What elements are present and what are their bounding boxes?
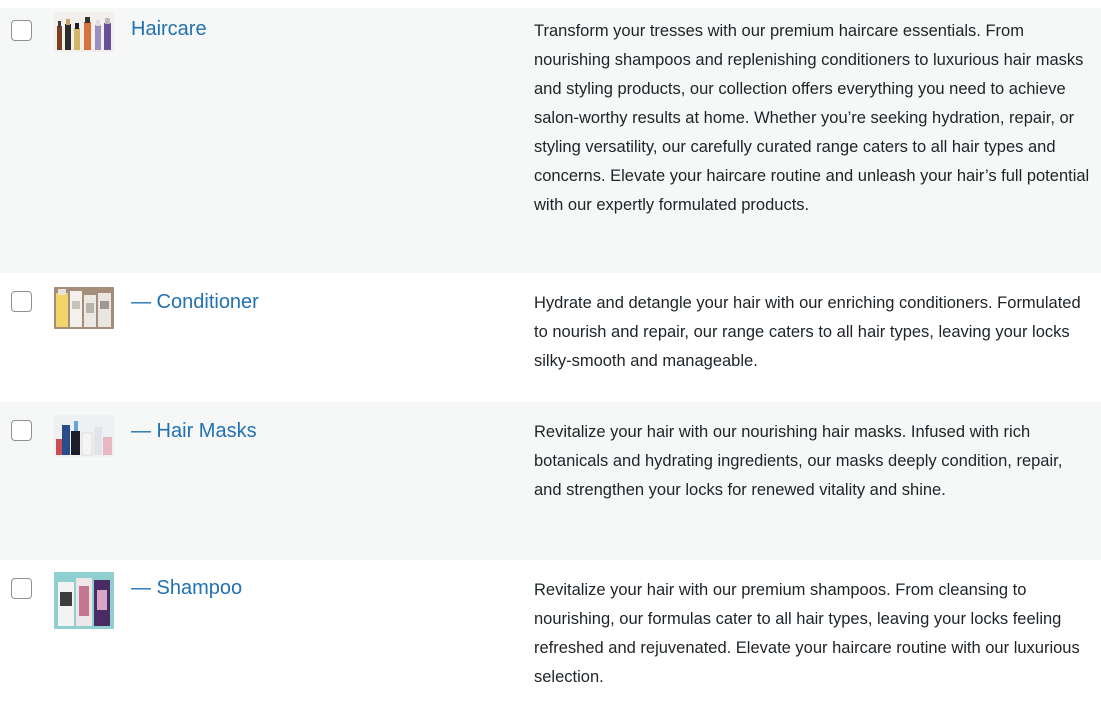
category-description: Transform your tresses with our premium … [534,22,1090,214]
row-checkbox[interactable] [11,578,32,599]
category-description: Revitalize your hair with our nourishing… [534,423,1063,499]
conditioner-thumbnail-icon[interactable] [54,287,114,329]
category-name-link[interactable]: Haircare [131,17,207,41]
category-name-link[interactable]: — Shampoo [131,576,242,600]
haircare-thumbnail-icon[interactable] [54,12,114,52]
category-name-link[interactable]: — Conditioner [131,290,259,314]
category-description: Revitalize your hair with our premium sh… [534,581,1080,686]
categories-table: Haircare Transform your tresses with our… [0,0,1101,706]
shampoo-thumbnail-icon[interactable] [54,572,114,629]
table-row: Haircare Transform your tresses with our… [0,8,1101,273]
table-row: — Conditioner Hydrate and detangle your … [0,273,1101,402]
row-checkbox[interactable] [11,20,32,41]
hair-masks-thumbnail-icon[interactable] [54,415,114,457]
row-checkbox[interactable] [11,420,32,441]
category-name-link[interactable]: — Hair Masks [131,419,257,443]
table-row: — Shampoo Revitalize your hair with our … [0,560,1101,706]
row-checkbox[interactable] [11,291,32,312]
table-row: — Hair Masks Revitalize your hair with o… [0,402,1101,560]
category-description: Hydrate and detangle your hair with our … [534,294,1081,370]
